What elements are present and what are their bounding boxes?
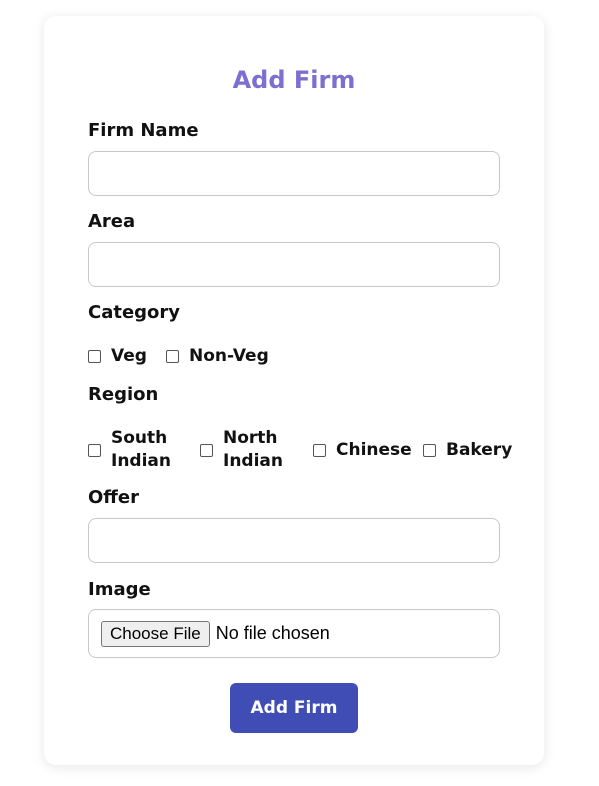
south-indian-checkbox[interactable]: [88, 443, 101, 457]
image-label: Image: [88, 579, 151, 600]
area-label: Area: [88, 211, 136, 232]
bakery-label: Bakery: [446, 440, 513, 460]
south-indian-line-1: South: [111, 428, 168, 448]
north-indian-line-2: Indian: [223, 451, 283, 471]
offer-label: Offer: [88, 487, 139, 508]
form-title: Add Firm: [232, 66, 356, 94]
region-bakery-option[interactable]: Bakery: [423, 439, 512, 462]
north-indian-line-1: North: [223, 428, 278, 448]
add-firm-card: Add Firm Firm Name Area Category Veg Non…: [44, 16, 544, 765]
chinese-label: Chinese: [336, 440, 412, 460]
south-indian-label: South Indian: [111, 427, 171, 473]
veg-checkbox[interactable]: [88, 350, 101, 363]
file-status-text: No file chosen: [215, 623, 330, 643]
add-firm-button[interactable]: Add Firm: [230, 683, 358, 733]
north-indian-checkbox[interactable]: [200, 443, 213, 457]
firm-name-label: Firm Name: [88, 120, 199, 141]
region-label: Region: [88, 384, 159, 405]
region-north-indian-option[interactable]: North Indian: [200, 427, 283, 473]
region-chinese-option[interactable]: Chinese: [313, 439, 412, 462]
category-non-veg-option[interactable]: Non-Veg: [166, 345, 269, 368]
south-indian-line-2: Indian: [111, 451, 171, 471]
non-veg-checkbox[interactable]: [166, 350, 179, 363]
firm-name-input[interactable]: [88, 151, 500, 196]
choose-file-button[interactable]: Choose File: [101, 620, 210, 647]
chinese-checkbox[interactable]: [313, 444, 326, 457]
image-file-input[interactable]: Choose File No file chosen: [88, 609, 500, 658]
offer-input[interactable]: [88, 518, 500, 563]
bakery-checkbox[interactable]: [423, 444, 436, 457]
area-input[interactable]: [88, 242, 500, 287]
category-veg-option[interactable]: Veg: [88, 345, 147, 368]
region-south-indian-option[interactable]: South Indian: [88, 427, 171, 473]
north-indian-label: North Indian: [223, 427, 283, 473]
category-label: Category: [88, 302, 181, 323]
non-veg-label: Non-Veg: [189, 346, 269, 366]
veg-label: Veg: [111, 346, 147, 366]
